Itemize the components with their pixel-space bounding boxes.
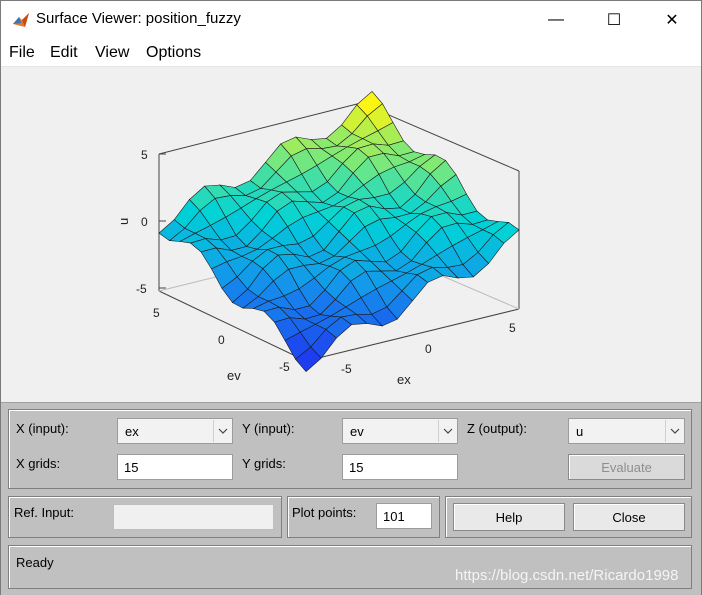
maximize-icon: ☐ (606, 12, 622, 29)
y-grids-field[interactable]: 15 (342, 454, 458, 480)
z-output-value: u (576, 424, 584, 439)
close-icon: ✕ (665, 12, 679, 29)
x-tick-label: 0 (425, 342, 432, 356)
maximize-button[interactable]: ☐ (585, 1, 643, 39)
surface-plot-area[interactable]: 5 0 -5 5 0 -5 -5 0 5 ev ex u (1, 68, 701, 402)
menu-view[interactable]: View (95, 44, 129, 62)
y-tick-label: 5 (153, 306, 160, 320)
menu-edit[interactable]: Edit (50, 44, 78, 62)
minimize-icon: — (548, 11, 564, 28)
menu-bar: File Edit View Options (1, 39, 701, 67)
window-title: Surface Viewer: position_fuzzy (36, 10, 241, 27)
x-input-select[interactable]: ex (117, 418, 233, 444)
ref-input-field[interactable] (113, 504, 274, 530)
z-tick-label: 5 (141, 148, 148, 162)
y-grids-label: Y grids: (242, 456, 286, 471)
y-axis-label: ev (227, 368, 241, 383)
status-text: Ready (16, 555, 54, 570)
help-button[interactable]: Help (453, 503, 565, 531)
title-bar: Surface Viewer: position_fuzzy — ☐ ✕ (1, 1, 701, 39)
surface-mesh (158, 90, 520, 373)
surface-viewer-window: Surface Viewer: position_fuzzy — ☐ ✕ Fil… (0, 0, 702, 595)
z-output-label: Z (output): (467, 421, 527, 436)
x-tick-label: 5 (509, 321, 516, 335)
x-tick-label: -5 (341, 362, 352, 376)
ref-input-label: Ref. Input: (14, 505, 74, 520)
plot-points-label: Plot points: (292, 505, 357, 520)
x-grids-label: X grids: (16, 456, 61, 471)
y-input-value: ev (350, 424, 364, 439)
surface-plot[interactable]: 5 0 -5 5 0 -5 -5 0 5 ev ex u (1, 68, 701, 402)
minimize-button[interactable]: — (527, 1, 585, 39)
close-window-button[interactable]: ✕ (643, 1, 701, 39)
x-input-value: ex (125, 424, 139, 439)
menu-file[interactable]: File (9, 44, 35, 62)
z-tick-label: 0 (141, 215, 148, 229)
matlab-logo-icon (13, 13, 29, 27)
y-tick-label: -5 (279, 360, 290, 374)
evaluate-button[interactable]: Evaluate (568, 454, 685, 480)
watermark: https://blog.csdn.net/Ricardo1998 (455, 567, 679, 584)
x-input-label: X (input): (16, 421, 69, 436)
close-button[interactable]: Close (573, 503, 685, 531)
z-tick-label: -5 (136, 282, 147, 296)
z-output-select[interactable]: u (568, 418, 685, 444)
chevron-down-icon (665, 420, 683, 442)
z-axis-label: u (116, 218, 131, 225)
y-input-select[interactable]: ev (342, 418, 458, 444)
y-tick-label: 0 (218, 333, 225, 347)
menu-options[interactable]: Options (146, 44, 201, 62)
y-input-label: Y (input): (242, 421, 295, 436)
x-axis-label: ex (397, 372, 411, 387)
chevron-down-icon (213, 420, 231, 442)
x-grids-field[interactable]: 15 (117, 454, 233, 480)
chevron-down-icon (438, 420, 456, 442)
plot-points-field[interactable]: 101 (376, 503, 432, 529)
